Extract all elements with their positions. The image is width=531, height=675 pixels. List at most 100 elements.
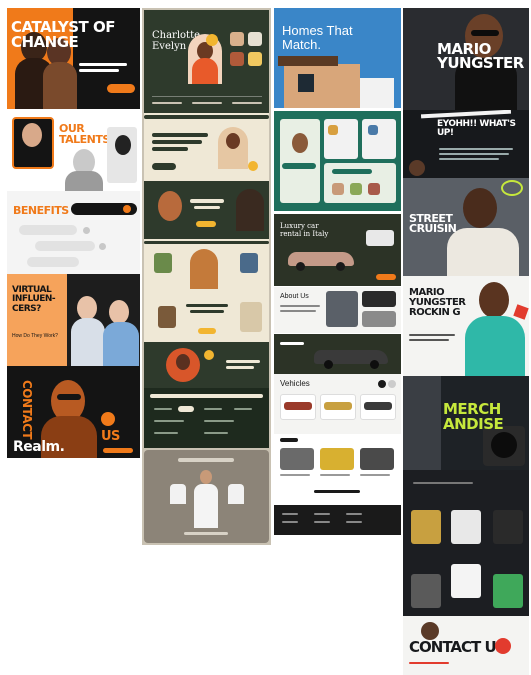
rockin-red-splash xyxy=(513,304,529,320)
gallery-cta-button[interactable] xyxy=(196,221,216,227)
footer-link[interactable] xyxy=(204,420,234,422)
showcase-car-wheel xyxy=(370,360,379,369)
greeting-copy xyxy=(439,148,513,150)
fashion-mockup xyxy=(144,450,269,543)
mario-contact-title: CONTACT US xyxy=(409,638,506,656)
work-thumb[interactable] xyxy=(154,253,172,273)
greeting-tape xyxy=(420,110,512,119)
footer-link[interactable] xyxy=(154,408,172,410)
feature-heading xyxy=(226,360,260,363)
contact-smiley-icon xyxy=(495,638,511,654)
about-copy xyxy=(280,310,316,312)
footer-link[interactable] xyxy=(234,408,252,410)
realm-contact-section: CONTACT US Realm. xyxy=(7,366,140,458)
benefit-pill[interactable] xyxy=(19,225,77,235)
footer-link[interactable] xyxy=(204,408,222,410)
footer-link[interactable] xyxy=(154,432,178,434)
footer-link[interactable] xyxy=(282,513,298,515)
benefit-pill[interactable] xyxy=(27,257,79,267)
contact-input[interactable] xyxy=(103,448,133,453)
benefit-pill-dot xyxy=(123,205,131,213)
virtual-question: How Do They Work? xyxy=(12,333,58,339)
portfolio-thumb[interactable] xyxy=(368,125,378,135)
vehicles-next-button[interactable] xyxy=(388,380,396,388)
blog-card-photo[interactable] xyxy=(360,448,394,470)
hero-gallery-thumb[interactable] xyxy=(248,52,262,66)
portfolio-thumb[interactable] xyxy=(350,183,362,195)
work-marquee xyxy=(144,241,269,244)
hero-copy-line xyxy=(79,63,127,66)
homes-hero-section: Homes That Match. xyxy=(274,8,401,108)
realm-brand-logo[interactable]: Realm. xyxy=(13,440,65,454)
cruisin-title: STREET CRUISIN xyxy=(409,212,457,236)
about-copy xyxy=(280,305,320,307)
cars-blog-section xyxy=(274,434,401,505)
mockup-shirt-right[interactable] xyxy=(228,484,244,504)
hero-car-wheel xyxy=(296,262,305,271)
merch-product-card[interactable] xyxy=(451,564,481,598)
footer-link[interactable] xyxy=(346,521,362,523)
portfolio-title-bar xyxy=(282,163,316,169)
cars-about-section: About Us xyxy=(274,287,401,333)
about-cta-button[interactable] xyxy=(152,163,176,170)
footer-active-tab[interactable] xyxy=(178,406,194,412)
footer-nav-bar xyxy=(150,394,263,398)
footer-link[interactable] xyxy=(314,513,330,515)
talent-body-2 xyxy=(65,171,103,191)
cruisin-rapper-body xyxy=(447,228,519,276)
mario-rockin-section: MARIO YUNGSTER ROCKIN G xyxy=(403,276,529,376)
hero-gallery-thumb[interactable] xyxy=(248,32,262,46)
footer-link[interactable] xyxy=(314,521,330,523)
merch-product-card[interactable] xyxy=(493,510,523,544)
cars-footer-section xyxy=(274,505,401,535)
work-arch-photo[interactable] xyxy=(190,249,218,289)
portfolio-thumb[interactable] xyxy=(368,183,380,195)
gallery-arch-photo xyxy=(236,189,264,231)
charlotte-about-section xyxy=(144,113,269,181)
vehicles-prev-button[interactable] xyxy=(378,380,386,388)
gallery-title-line xyxy=(190,199,224,203)
experience-cta[interactable] xyxy=(198,328,216,334)
virtual-model-head-1 xyxy=(77,296,97,320)
footer-link[interactable] xyxy=(204,432,228,434)
homes-portfolio-section xyxy=(274,111,401,211)
footer-link[interactable] xyxy=(154,420,184,422)
hero-gallery-thumb[interactable] xyxy=(230,52,244,66)
about-car-photo xyxy=(362,311,396,327)
portfolio-thumb[interactable] xyxy=(328,125,338,135)
mario-contact-section: CONTACT US xyxy=(403,616,529,675)
cars-hero-section: Luxury car rental in Italy xyxy=(274,214,401,286)
cars-showcase-section xyxy=(274,334,401,374)
hero-gallery-thumb[interactable] xyxy=(230,32,244,46)
footer-link[interactable] xyxy=(282,521,298,523)
cars-thumb[interactable] xyxy=(366,230,394,246)
charlotte-gallery-section xyxy=(144,181,269,239)
about-car-photo xyxy=(362,291,396,307)
homes-house-annex xyxy=(360,78,394,108)
merch-product-card[interactable] xyxy=(411,574,441,608)
blog-card-photo[interactable] xyxy=(320,448,354,470)
hero-cta-button[interactable] xyxy=(107,84,135,93)
mario-greeting-section: EYOHH!! WHAT'S UP! xyxy=(403,110,529,178)
rockin-title: MARIO YUNGSTER ROCKIN G xyxy=(409,287,466,318)
benefit-pill[interactable] xyxy=(35,241,95,251)
footer-link[interactable] xyxy=(346,513,362,515)
realm-column: CATALYST OF CHANGE OUR TALENTS BENEFITS … xyxy=(7,8,140,458)
talent-portrait-1 xyxy=(22,123,42,147)
portfolio-card[interactable] xyxy=(362,119,396,159)
merch-product-card[interactable] xyxy=(451,510,481,544)
mockup-caption xyxy=(184,532,228,535)
merch-product-card[interactable] xyxy=(493,574,523,608)
virtual-model-body-2 xyxy=(103,322,139,366)
cars-cta-button[interactable] xyxy=(376,274,396,280)
portfolio-thumb[interactable] xyxy=(332,183,344,195)
portfolio-card[interactable] xyxy=(280,119,320,203)
realm-benefits-section: BENEFITS xyxy=(7,191,140,274)
mockup-model-body xyxy=(194,484,218,528)
mockup-shirt-left[interactable] xyxy=(170,484,186,504)
work-thumb[interactable] xyxy=(240,253,258,273)
benefit-icon xyxy=(83,227,90,234)
merch-product-card[interactable] xyxy=(411,510,441,544)
experience-thumb xyxy=(158,306,176,328)
blog-card-photo[interactable] xyxy=(280,448,314,470)
